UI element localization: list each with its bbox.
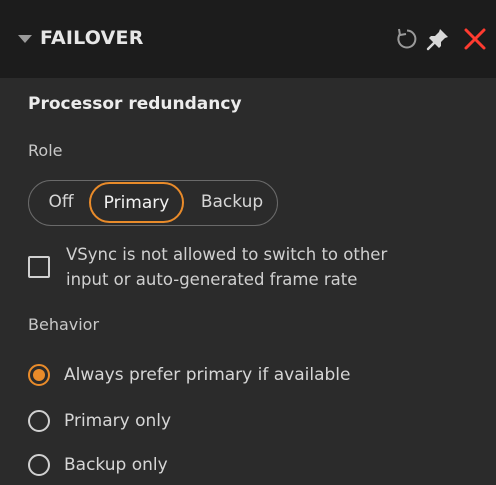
reset-icon[interactable]: [394, 26, 420, 52]
failover-panel: FAILOVER Processor redundancy Role Off P…: [0, 0, 496, 485]
vsync-label-line2: input or auto-generated frame rate: [66, 270, 358, 289]
vsync-checkbox[interactable]: [28, 256, 50, 278]
radio-unselected-icon[interactable]: [28, 454, 50, 476]
role-segmented-control: Off Primary Backup: [28, 180, 278, 226]
behavior-label: Behavior: [28, 315, 100, 334]
collapse-arrow-icon[interactable]: [18, 35, 32, 43]
radio-unselected-icon[interactable]: [28, 410, 50, 432]
vsync-checkbox-label[interactable]: VSync is not allowed to switch to other …: [66, 242, 486, 292]
behavior-option-backup-only[interactable]: Backup only: [28, 452, 468, 476]
panel-title: FAILOVER: [40, 27, 144, 49]
behavior-option-always-prefer-primary[interactable]: Always prefer primary if available: [28, 362, 468, 386]
role-option-off[interactable]: Off: [35, 181, 87, 224]
behavior-option-label[interactable]: Backup only: [64, 452, 168, 478]
panel-header[interactable]: FAILOVER: [0, 0, 496, 78]
close-icon[interactable]: [462, 26, 488, 52]
behavior-option-label[interactable]: Always prefer primary if available: [64, 362, 350, 388]
behavior-option-label[interactable]: Primary only: [64, 408, 171, 434]
role-option-primary[interactable]: Primary: [89, 182, 184, 223]
behavior-option-primary-only[interactable]: Primary only: [28, 408, 468, 432]
pin-icon[interactable]: [425, 26, 451, 52]
header-title-group[interactable]: FAILOVER: [18, 27, 144, 49]
radio-selected-icon[interactable]: [28, 364, 50, 386]
vsync-label-line1: VSync is not allowed to switch to other: [66, 245, 388, 264]
role-label: Role: [28, 141, 63, 160]
section-title: Processor redundancy: [28, 94, 242, 114]
role-option-backup[interactable]: Backup: [191, 181, 273, 224]
